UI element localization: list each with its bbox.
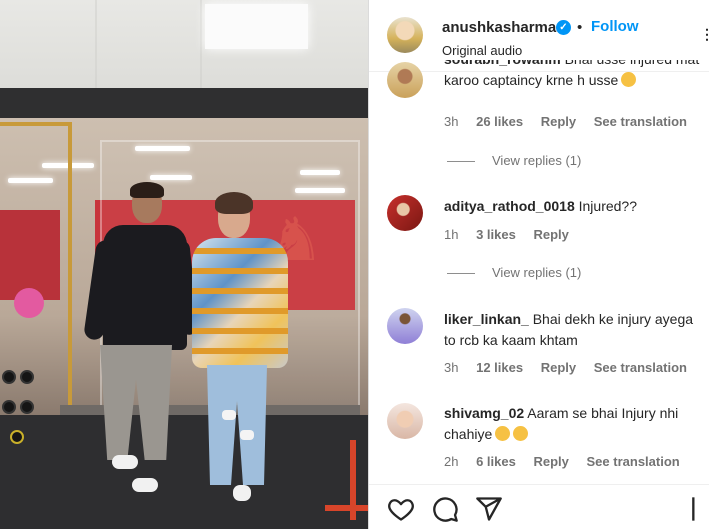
floor [0, 415, 368, 529]
action-bar [369, 484, 709, 529]
person-woman-hair [215, 192, 253, 214]
follow-button[interactable]: Follow [591, 18, 639, 35]
ceiling [0, 0, 368, 95]
audio-link[interactable]: Original audio [442, 43, 522, 58]
see-translation-button[interactable]: See translation [587, 454, 680, 469]
comment-username[interactable]: aditya_rathod_0018 [444, 198, 575, 214]
reply-button[interactable]: Reply [541, 114, 576, 129]
jeans-tear [222, 410, 236, 420]
post-viewer: ♞ anushkasharma ✓ • Follow Original audi… [0, 0, 709, 529]
share-icon[interactable] [475, 495, 503, 523]
comment-likes[interactable]: 12 likes [476, 360, 523, 375]
comment-body: liker_linkan_ Bhai dekh ke injury ayega … [444, 309, 700, 351]
comment-username[interactable]: liker_linkan_ [444, 311, 529, 327]
person-man-shirt [103, 225, 187, 350]
pleading-face-emoji-icon [621, 72, 637, 87]
avatar[interactable] [387, 62, 423, 98]
comment-likes[interactable]: 26 likes [476, 114, 523, 129]
person-woman-shirt [192, 238, 288, 368]
comment-body: shivamg_02 Aaram se bhai Injury nhi chah… [444, 403, 700, 445]
more-options-icon[interactable]: ⋮ [700, 26, 709, 43]
comment-icon[interactable] [431, 495, 459, 523]
verified-badge-icon: ✓ [556, 20, 571, 35]
comment-time[interactable]: 3h [444, 360, 458, 375]
comment-username[interactable]: sourabh_rowanm [444, 60, 561, 67]
avatar[interactable] [387, 195, 423, 231]
post-video[interactable]: ♞ [0, 0, 368, 529]
comment-time[interactable]: 2h [444, 454, 458, 469]
view-replies-button[interactable]: View replies (1) [447, 265, 581, 280]
sandal [233, 485, 251, 501]
author-username[interactable]: anushkasharma [442, 19, 556, 36]
comment-meta: 3h 26 likes Reply See translation [444, 114, 701, 129]
view-replies-label[interactable]: View replies (1) [492, 265, 581, 280]
salute-emoji-icon [513, 426, 529, 441]
comment-body: aditya_rathod_0018 Injured?? [444, 196, 700, 217]
ceiling-light [205, 4, 308, 49]
reply-button[interactable]: Reply [533, 227, 568, 242]
shoe [112, 455, 138, 469]
comment-likes[interactable]: 3 likes [476, 227, 516, 242]
replies-divider [447, 273, 475, 275]
salute-emoji-icon [495, 426, 511, 441]
comments-panel: anushkasharma ✓ • Follow Original audio … [368, 0, 709, 529]
exercise-ball [14, 288, 44, 318]
weight-rack [0, 360, 55, 450]
comment-time[interactable]: 1h [444, 227, 458, 242]
red-pole-base [325, 505, 368, 511]
comment-meta: 3h 12 likes Reply See translation [444, 360, 701, 375]
avatar[interactable] [387, 17, 423, 53]
comment-time[interactable]: 3h [444, 114, 458, 129]
comment-likes[interactable]: 6 likes [476, 454, 516, 469]
replies-divider [447, 161, 475, 163]
bookmark-icon[interactable] [691, 495, 705, 523]
comment-meta: 2h 6 likes Reply See translation [444, 454, 694, 469]
see-translation-button[interactable]: See translation [594, 360, 687, 375]
view-replies-button[interactable]: View replies (1) [447, 153, 581, 168]
comment-text: Injured?? [578, 198, 638, 214]
comment-username[interactable]: shivamg_02 [444, 405, 524, 421]
shoe [132, 478, 158, 492]
reply-button[interactable]: Reply [533, 454, 568, 469]
comment-meta: 1h 3 likes Reply [444, 227, 583, 242]
heart-icon[interactable] [387, 495, 415, 523]
person-man-hair [130, 182, 164, 198]
comment-body: sourabh_rowanm Bhai usse injured mat kar… [444, 60, 700, 104]
jeans-tear [240, 430, 254, 440]
avatar[interactable] [387, 308, 423, 344]
reply-button[interactable]: Reply [541, 360, 576, 375]
separator-dot: • [577, 19, 583, 36]
see-translation-button[interactable]: See translation [594, 114, 687, 129]
view-replies-label[interactable]: View replies (1) [492, 153, 581, 168]
avatar[interactable] [387, 403, 423, 439]
